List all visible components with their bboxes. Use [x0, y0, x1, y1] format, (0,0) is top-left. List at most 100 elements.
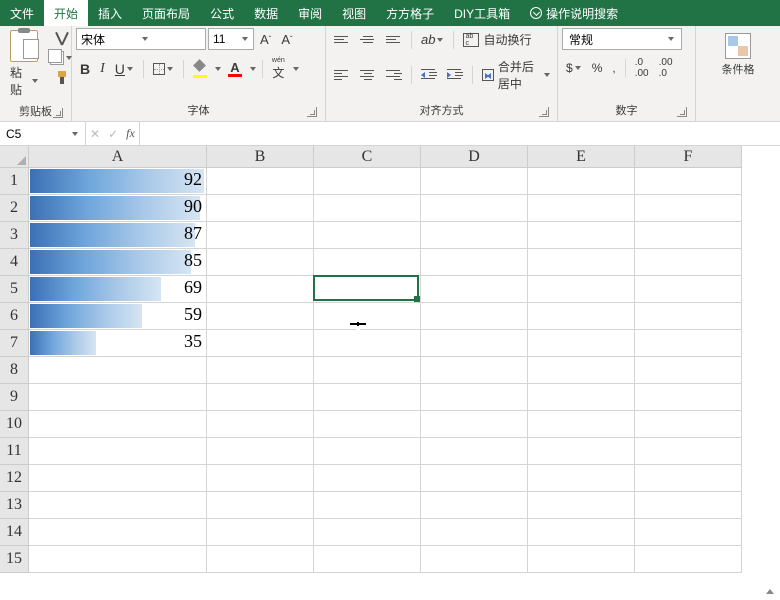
cell[interactable] [29, 438, 207, 465]
conditional-format-button[interactable]: 条件格 [718, 30, 759, 80]
tell-me[interactable]: 操作说明搜索 [520, 0, 628, 26]
row-header[interactable]: 7 [0, 330, 29, 357]
row-header[interactable]: 15 [0, 546, 29, 573]
cell[interactable]: 59 [29, 303, 207, 330]
cell[interactable] [421, 384, 528, 411]
column-header[interactable]: B [207, 146, 314, 168]
font-color-button[interactable]: A [224, 59, 246, 80]
cell[interactable] [314, 330, 421, 357]
cell[interactable] [207, 357, 314, 384]
cell[interactable] [314, 303, 421, 330]
cell[interactable] [421, 438, 528, 465]
row-header[interactable]: 8 [0, 357, 29, 384]
cell[interactable] [635, 519, 742, 546]
cell[interactable] [528, 492, 635, 519]
cell[interactable] [207, 519, 314, 546]
cell[interactable] [421, 546, 528, 573]
cell[interactable] [29, 357, 207, 384]
cell[interactable] [207, 330, 314, 357]
tab-fangfang[interactable]: 方方格子 [376, 0, 444, 26]
increase-font-button[interactable]: Aˆ [256, 29, 275, 50]
cell[interactable] [635, 546, 742, 573]
align-middle-button[interactable] [356, 33, 380, 46]
tab-diy[interactable]: DIY工具箱 [444, 0, 520, 26]
wrap-text-button[interactable]: 自动换行 [459, 28, 535, 51]
cell[interactable] [421, 303, 528, 330]
column-header[interactable]: E [528, 146, 635, 168]
cell[interactable] [421, 249, 528, 276]
cell[interactable] [635, 465, 742, 492]
cell[interactable] [421, 330, 528, 357]
cell[interactable] [635, 438, 742, 465]
fill-color-button[interactable] [189, 57, 211, 81]
cell[interactable] [314, 168, 421, 195]
cell[interactable] [314, 357, 421, 384]
cell[interactable] [528, 276, 635, 303]
tab-formulas[interactable]: 公式 [200, 0, 244, 26]
cell[interactable]: 87 [29, 222, 207, 249]
cell[interactable] [314, 384, 421, 411]
cell[interactable] [635, 276, 742, 303]
cell[interactable] [29, 546, 207, 573]
dialog-launcher-icon[interactable] [677, 107, 687, 117]
orientation-button[interactable]: ab [417, 29, 448, 50]
select-all-button[interactable] [0, 146, 29, 168]
merge-center-button[interactable]: 合并后居中 [478, 55, 553, 95]
align-center-button[interactable] [356, 67, 380, 83]
cell[interactable] [421, 357, 528, 384]
column-header[interactable]: C [314, 146, 421, 168]
row-header[interactable]: 11 [0, 438, 29, 465]
cell[interactable] [635, 222, 742, 249]
cell[interactable] [314, 276, 421, 303]
cell[interactable] [421, 276, 528, 303]
cell[interactable] [528, 195, 635, 222]
cell[interactable] [314, 438, 421, 465]
cell[interactable] [635, 492, 742, 519]
cell[interactable] [528, 438, 635, 465]
underline-button[interactable]: U [111, 58, 138, 80]
tab-review[interactable]: 审阅 [288, 0, 332, 26]
row-header[interactable]: 3 [0, 222, 29, 249]
name-box[interactable]: C5 [0, 122, 86, 145]
align-top-button[interactable] [330, 33, 354, 46]
align-right-button[interactable] [382, 67, 406, 83]
cell[interactable] [314, 222, 421, 249]
border-button[interactable] [149, 60, 178, 78]
cell[interactable] [528, 411, 635, 438]
cell[interactable] [635, 249, 742, 276]
cell[interactable] [528, 249, 635, 276]
row-header[interactable]: 14 [0, 519, 29, 546]
cell[interactable] [207, 276, 314, 303]
cell[interactable] [635, 168, 742, 195]
cell[interactable] [314, 195, 421, 222]
cell[interactable] [29, 465, 207, 492]
cell[interactable] [421, 222, 528, 249]
cell[interactable] [207, 438, 314, 465]
cell[interactable]: 85 [29, 249, 207, 276]
row-header[interactable]: 5 [0, 276, 29, 303]
cell[interactable] [207, 249, 314, 276]
tab-insert[interactable]: 插入 [88, 0, 132, 26]
cell[interactable] [29, 492, 207, 519]
decrease-decimal-button[interactable]: .00.0 [655, 54, 677, 82]
row-header[interactable]: 2 [0, 195, 29, 222]
cell[interactable] [421, 195, 528, 222]
cell[interactable] [314, 519, 421, 546]
decrease-indent-button[interactable] [417, 65, 441, 85]
font-size-select[interactable]: 11 [208, 28, 254, 50]
dialog-launcher-icon[interactable] [53, 108, 63, 118]
cell[interactable] [528, 303, 635, 330]
cell[interactable] [421, 519, 528, 546]
cell[interactable] [314, 411, 421, 438]
font-name-select[interactable]: 宋体 [76, 28, 206, 50]
dialog-launcher-icon[interactable] [307, 107, 317, 117]
cell[interactable] [29, 519, 207, 546]
cell[interactable] [528, 465, 635, 492]
cell[interactable] [635, 330, 742, 357]
cell[interactable] [528, 168, 635, 195]
cell[interactable] [207, 195, 314, 222]
cell[interactable]: 69 [29, 276, 207, 303]
cell[interactable] [421, 411, 528, 438]
cell[interactable] [528, 519, 635, 546]
cell[interactable] [421, 492, 528, 519]
